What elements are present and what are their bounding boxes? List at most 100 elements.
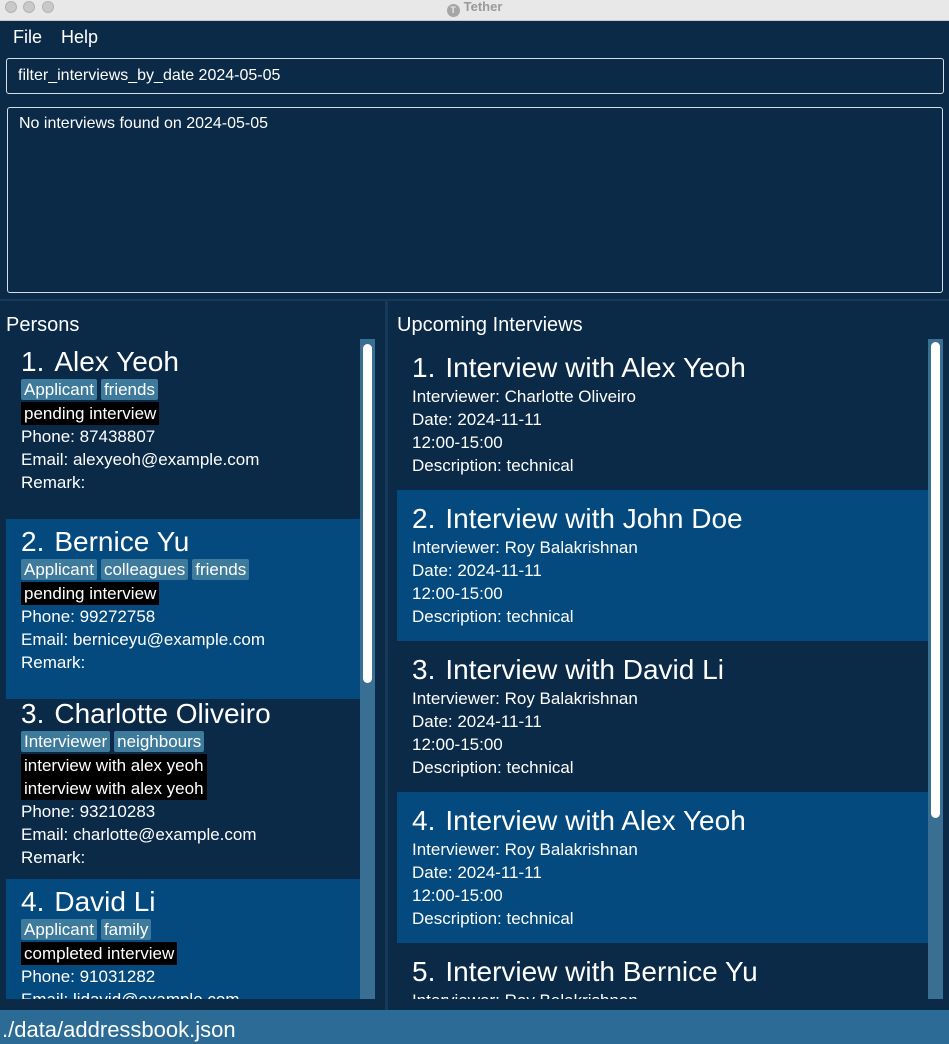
menu-file[interactable]: File bbox=[13, 27, 42, 48]
interview-index: 2. bbox=[412, 503, 436, 534]
person-tag: Applicant bbox=[21, 379, 97, 400]
person-tag: family bbox=[100, 919, 152, 940]
person-email: Email: berniceyu@example.com bbox=[21, 630, 266, 649]
interview-title-text: Interview with John Doe bbox=[445, 503, 743, 534]
window-title: T Tether bbox=[0, 0, 949, 17]
interview-index: 4. bbox=[412, 805, 436, 836]
interview-title: 3. Interview with David Li bbox=[412, 653, 928, 687]
person-tag: friends bbox=[100, 379, 158, 400]
interview-index: 5. bbox=[412, 956, 436, 987]
person-remark: Remark: bbox=[21, 848, 86, 867]
horizontal-divider bbox=[0, 299, 949, 301]
person-status-row: pending interview bbox=[21, 582, 360, 605]
person-status-row: pending interview bbox=[21, 402, 360, 425]
interview-card[interactable]: 4. Interview with Alex Yeoh Interviewer: R… bbox=[397, 792, 928, 943]
interview-time: 12:00-15:00 bbox=[412, 886, 503, 905]
interviews-scrollbar[interactable] bbox=[928, 339, 943, 999]
interview-index: 3. bbox=[412, 654, 436, 685]
person-status-tag: pending interview bbox=[21, 402, 160, 425]
result-display[interactable]: No interviews found on 2024-05-05 bbox=[7, 107, 943, 293]
interviews-scroll-thumb[interactable] bbox=[931, 342, 940, 818]
person-phone: Phone: 99272758 bbox=[21, 607, 156, 626]
person-phone: Phone: 93210283 bbox=[21, 802, 156, 821]
interview-card[interactable]: 1. Interview with Alex Yeoh Interviewer: C… bbox=[397, 339, 928, 490]
person-status-tag: interview with alex yeoh bbox=[21, 754, 207, 777]
menu-help[interactable]: Help bbox=[61, 27, 98, 48]
person-remark: Remark: bbox=[21, 473, 86, 492]
interview-date: Date: 2024-11-11 bbox=[412, 863, 542, 882]
menu-bar: File Help bbox=[0, 21, 949, 53]
interview-time: 12:00-15:00 bbox=[412, 433, 503, 452]
person-tag: Applicant bbox=[21, 919, 97, 940]
person-tag: friends bbox=[192, 559, 250, 580]
person-tag: colleagues bbox=[100, 559, 189, 580]
interview-description: Description: technical bbox=[412, 909, 574, 928]
person-tags: Interviewer neighbours bbox=[21, 729, 360, 754]
person-tag: Interviewer bbox=[21, 731, 111, 752]
panel-splitter[interactable] bbox=[385, 301, 388, 1010]
person-index: 1. bbox=[21, 346, 45, 377]
interview-interviewer: Interviewer: Roy Balakrishnan bbox=[412, 989, 928, 999]
person-card[interactable]: 2. Bernice Yu Applicant colleagues friends pe… bbox=[6, 519, 360, 699]
interview-title: 4. Interview with Alex Yeoh bbox=[412, 804, 928, 838]
interview-interviewer: Interviewer: Roy Balakrishnan bbox=[412, 538, 638, 557]
person-name: 3. Charlotte Oliveiro bbox=[21, 699, 360, 729]
interview-description: Description: technical bbox=[412, 456, 574, 475]
person-index: 4. bbox=[21, 886, 45, 917]
person-tags: Applicant family bbox=[21, 917, 360, 942]
interview-title-text: Interview with Alex Yeoh bbox=[445, 805, 746, 836]
person-name: 4. David Li bbox=[21, 887, 360, 917]
window-title-text: Tether bbox=[463, 0, 503, 14]
interview-card[interactable]: 5. Interview with Bernice Yu Interviewer: … bbox=[397, 943, 928, 999]
interview-date: Date: 2024-11-11 bbox=[412, 410, 542, 429]
interview-interviewer: Interviewer: Charlotte Oliveiro bbox=[412, 387, 636, 406]
person-status-tag: completed interview bbox=[21, 942, 178, 965]
person-tags: Applicant friends bbox=[21, 377, 360, 402]
person-status-row: interview with alex yeoh bbox=[21, 777, 360, 800]
command-input[interactable]: filter_interviews_by_date 2024-05-05 bbox=[6, 58, 944, 94]
interview-card[interactable]: 2. Interview with John Doe Interviewer: Ro… bbox=[397, 490, 928, 641]
interview-interviewer: Interviewer: Roy Balakrishnan bbox=[412, 840, 638, 859]
interview-time: 12:00-15:00 bbox=[412, 584, 503, 603]
person-email: Email: charlotte@example.com bbox=[21, 825, 257, 844]
person-name-text: David Li bbox=[54, 886, 156, 917]
person-name-text: Bernice Yu bbox=[54, 526, 190, 557]
person-remark: Remark: bbox=[21, 653, 86, 672]
person-email: Email: alexyeoh@example.com bbox=[21, 450, 260, 469]
person-index: 3. bbox=[21, 698, 45, 729]
person-card[interactable]: 1. Alex Yeoh Applicant friends pending inter… bbox=[6, 339, 360, 519]
person-card[interactable]: 4. David Li Applicant family completed inter… bbox=[6, 879, 360, 999]
interview-card[interactable]: 3. Interview with David Li Interviewer: Ro… bbox=[397, 641, 928, 792]
app-icon: T bbox=[446, 4, 460, 17]
person-status-row: interview with alex yeoh bbox=[21, 754, 360, 777]
person-phone: Phone: 87438807 bbox=[21, 427, 156, 446]
persons-list[interactable]: 1. Alex Yeoh Applicant friends pending inter… bbox=[6, 339, 375, 999]
person-status-row: completed interview bbox=[21, 942, 360, 965]
person-name: 2. Bernice Yu bbox=[21, 527, 360, 557]
interview-title-text: Interview with David Li bbox=[445, 654, 724, 685]
interview-title: 5. Interview with Bernice Yu bbox=[412, 955, 928, 989]
person-index: 2. bbox=[21, 526, 45, 557]
interviews-list[interactable]: 1. Interview with Alex Yeoh Interviewer: C… bbox=[397, 339, 943, 999]
person-status-tag: interview with alex yeoh bbox=[21, 777, 207, 800]
interview-index: 1. bbox=[412, 352, 436, 383]
persons-scroll-thumb[interactable] bbox=[363, 344, 372, 683]
interview-interviewer: Interviewer: Roy Balakrishnan bbox=[412, 689, 638, 708]
person-name-text: Charlotte Oliveiro bbox=[54, 698, 271, 729]
person-status-tag: pending interview bbox=[21, 582, 160, 605]
person-card[interactable]: 3. Charlotte Oliveiro Interviewer neighbour… bbox=[6, 699, 360, 879]
interview-description: Description: technical bbox=[412, 607, 574, 626]
person-tags: Applicant colleagues friends bbox=[21, 557, 360, 582]
interview-time: 12:00-15:00 bbox=[412, 735, 503, 754]
interviews-panel-title: Upcoming Interviews bbox=[397, 314, 583, 336]
persons-scrollbar[interactable] bbox=[360, 339, 375, 999]
status-bar-save-location: ./data/addressbook.json bbox=[0, 1010, 949, 1044]
person-tag: Applicant bbox=[21, 559, 97, 580]
interview-date: Date: 2024-11-11 bbox=[412, 712, 542, 731]
interview-title-text: Interview with Alex Yeoh bbox=[445, 352, 746, 383]
person-name-text: Alex Yeoh bbox=[54, 346, 179, 377]
person-tag: neighbours bbox=[114, 731, 205, 752]
person-phone: Phone: 91031282 bbox=[21, 967, 156, 986]
window-title-bar: T Tether bbox=[0, 0, 949, 21]
interview-title: 1. Interview with Alex Yeoh bbox=[412, 351, 928, 385]
